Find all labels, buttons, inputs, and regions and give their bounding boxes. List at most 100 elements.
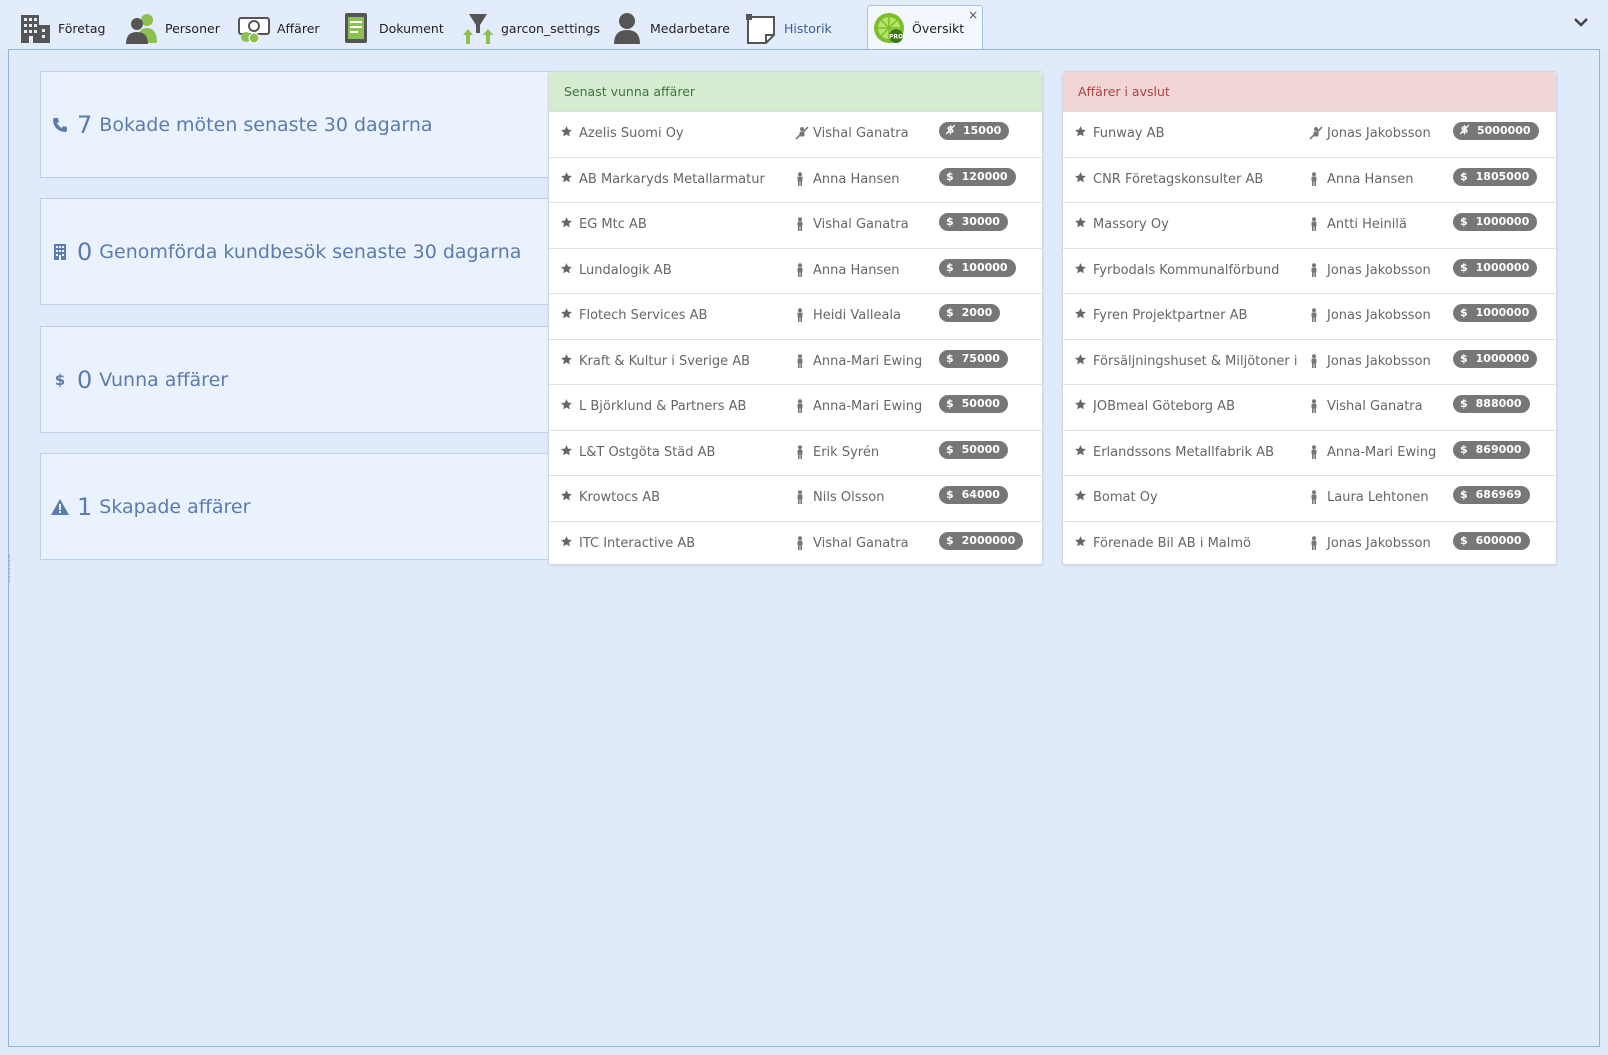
- deal-row[interactable]: ITC Interactive AB Vishal Ganatra $2000000: [549, 522, 1042, 568]
- deal-row[interactable]: Flotech Services AB Heidi Valleala $2000: [549, 294, 1042, 340]
- deal-value-badge: $686969: [1453, 486, 1530, 504]
- deal-row[interactable]: JOBmeal Göteborg AB Vishal Ganatra $888000: [1063, 385, 1556, 431]
- star-icon[interactable]: [560, 353, 574, 367]
- deal-company[interactable]: Erlandssons Metallfabrik AB: [1093, 445, 1303, 460]
- star-icon[interactable]: [1074, 171, 1088, 185]
- star-icon[interactable]: [560, 216, 574, 230]
- deal-value: 600000: [1475, 533, 1522, 547]
- star-icon[interactable]: [560, 307, 574, 321]
- deal-row[interactable]: Azelis Suomi Oy Vishal Ganatra $15000: [549, 112, 1042, 158]
- deal-company[interactable]: ITC Interactive AB: [579, 536, 789, 551]
- star-icon[interactable]: [1074, 398, 1088, 412]
- deal-company[interactable]: Krowtocs AB: [579, 490, 789, 505]
- deal-company[interactable]: Fyren Projektpartner AB: [1093, 308, 1303, 323]
- deal-company[interactable]: Kraft & Kultur i Sverige AB: [579, 354, 789, 369]
- deal-row[interactable]: Erlandssons Metallfabrik AB Anna-Mari Ewi…: [1063, 431, 1556, 476]
- deal-row[interactable]: L&T Östgöta Städ AB Erik Syrén $50000: [549, 431, 1042, 476]
- star-icon[interactable]: [560, 125, 574, 139]
- chevron-down-icon[interactable]: [1572, 14, 1590, 28]
- deal-row[interactable]: AB Markaryds Metallarmatur Anna Hansen $12…: [549, 158, 1042, 203]
- deal-company[interactable]: CNR Företagskonsulter AB: [1093, 172, 1303, 187]
- star-icon[interactable]: [560, 489, 574, 503]
- deal-company[interactable]: Förenade Bil AB i Malmö: [1093, 536, 1303, 551]
- deal-company[interactable]: Funway AB: [1093, 126, 1303, 141]
- star-icon[interactable]: [560, 262, 574, 276]
- close-icon[interactable]: ×: [968, 8, 978, 22]
- deal-person: Jonas Jakobsson: [1327, 126, 1431, 141]
- star-icon[interactable]: [1074, 489, 1088, 503]
- tab-personer[interactable]: Personer: [125, 6, 220, 50]
- deal-row[interactable]: Försäljningshuset & Miljötoner i Jonas Ja…: [1063, 340, 1556, 385]
- person-icon: [795, 399, 807, 413]
- deal-company[interactable]: L Björklund & Partners AB: [579, 399, 789, 414]
- dollar-icon: $: [1460, 306, 1468, 319]
- deal-value-badge: $50000: [939, 440, 1008, 459]
- star-icon[interactable]: [1074, 535, 1088, 549]
- deal-row[interactable]: Funway AB Jonas Jakobsson $5000000: [1063, 112, 1556, 158]
- deal-company[interactable]: L&T Östgöta Städ AB: [579, 445, 789, 460]
- deal-company[interactable]: EG Mtc AB: [579, 217, 789, 232]
- deal-value: 64000: [961, 488, 1000, 501]
- deal-row[interactable]: EG Mtc AB Vishal Ganatra $30000: [549, 203, 1042, 249]
- currency-off-icon: $: [1459, 123, 1470, 141]
- tab-oversikt[interactable]: PRO Översikt ×: [867, 5, 984, 50]
- deal-company[interactable]: Fyrbodals Kommunalförbund: [1093, 263, 1303, 278]
- tab-historik[interactable]: Historik: [744, 6, 832, 50]
- deal-row[interactable]: Förenade Bil AB i Malmö Jonas Jakobsson $6…: [1063, 522, 1556, 568]
- tab-dokument[interactable]: Dokument: [339, 6, 444, 50]
- star-icon[interactable]: [1074, 125, 1088, 139]
- deal-value: 888000: [1475, 397, 1522, 410]
- person-icon: [1309, 490, 1321, 504]
- star-icon[interactable]: [560, 398, 574, 412]
- deal-person: Anna-Mari Ewing: [813, 399, 923, 414]
- star-icon[interactable]: [560, 444, 574, 458]
- tab-foretag[interactable]: Företag: [18, 6, 105, 50]
- tab-garcon-settings[interactable]: garcon_settings: [461, 6, 600, 50]
- deal-person: Erik Syrén: [813, 444, 880, 460]
- deal-company[interactable]: Massory Oy: [1093, 217, 1303, 232]
- deal-row[interactable]: Kraft & Kultur i Sverige AB Anna-Mari Ewi…: [549, 340, 1042, 385]
- deal-company[interactable]: Flotech Services AB: [579, 308, 789, 323]
- deal-company[interactable]: JOBmeal Göteborg AB: [1093, 399, 1303, 414]
- deal-row[interactable]: Bomat Oy Laura Lehtonen $686969: [1063, 476, 1556, 522]
- deal-company[interactable]: Försäljningshuset & Miljötoner i: [1093, 354, 1303, 369]
- deal-person: Jonas Jakobsson: [1327, 262, 1431, 278]
- star-icon[interactable]: [1074, 262, 1088, 276]
- person-icon: [1309, 262, 1321, 277]
- dollar-icon: $: [1460, 533, 1468, 547]
- deal-company[interactable]: Bomat Oy: [1093, 490, 1303, 505]
- tab-label: Företag: [58, 20, 106, 36]
- tab-label: garcon_settings: [501, 20, 600, 36]
- deal-row[interactable]: Fyren Projektpartner AB Jonas Jakobsson $1…: [1063, 294, 1556, 340]
- deal-row[interactable]: L Björklund & Partners AB Anna-Mari Ewing…: [549, 385, 1042, 431]
- star-icon[interactable]: [1074, 307, 1088, 321]
- deal-value-badge: $64000: [939, 486, 1008, 504]
- closing-deals-title: Affärer i avslut: [1063, 72, 1556, 112]
- star-icon[interactable]: [1074, 216, 1088, 230]
- star-icon[interactable]: [1074, 444, 1088, 458]
- star-icon[interactable]: [560, 171, 574, 185]
- deal-value-badge: $1000000: [1453, 304, 1538, 322]
- stat-text: Genomförda kundbesök senaste 30 dagarna: [99, 240, 522, 263]
- deal-row[interactable]: Fyrbodals Kommunalförbund Jonas Jakobsson…: [1063, 249, 1556, 294]
- star-icon[interactable]: [560, 535, 574, 549]
- tab-medarbetare[interactable]: Medarbetare: [610, 6, 730, 50]
- star-icon[interactable]: [1074, 353, 1088, 367]
- deal-value: 1805000: [1475, 169, 1530, 183]
- splitter-handle[interactable]: [9, 555, 13, 583]
- deal-row[interactable]: Krowtocs AB Nils Olsson $64000: [549, 476, 1042, 522]
- deal-company[interactable]: AB Markaryds Metallarmatur: [579, 172, 789, 187]
- dollar-icon: $: [946, 488, 954, 501]
- deal-row[interactable]: CNR Företagskonsulter AB Anna Hansen $1805…: [1063, 158, 1556, 203]
- deal-company[interactable]: Lundalogik AB: [579, 263, 789, 278]
- tab-affarer[interactable]: Affärer: [237, 6, 320, 50]
- closing-deals-panel: Affärer i avslut Funway AB Jonas Jakobsso…: [1062, 71, 1557, 565]
- deal-company[interactable]: Azelis Suomi Oy: [579, 126, 789, 141]
- deal-person: Anna-Mari Ewing: [813, 353, 923, 369]
- deal-row[interactable]: Massory Oy Antti Heinilä $1000000: [1063, 203, 1556, 249]
- stat-count: 7: [77, 110, 93, 139]
- tab-label: Medarbetare: [650, 20, 730, 36]
- deal-value: 2000000: [961, 533, 1016, 547]
- deal-row[interactable]: Lundalogik AB Anna Hansen $100000: [549, 249, 1042, 294]
- deal-value-badge: $1000000: [1453, 213, 1538, 231]
